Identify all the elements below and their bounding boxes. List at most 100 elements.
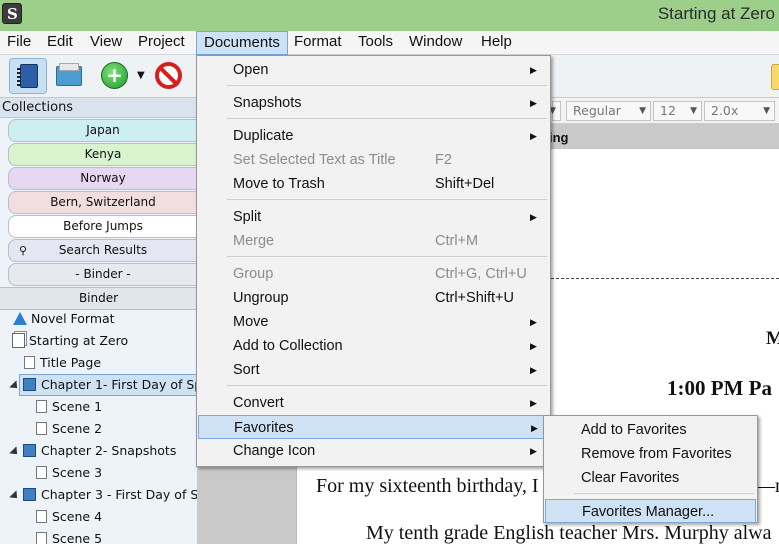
- menu-item-shortcut: Ctrl+G, Ctrl+U: [435, 266, 527, 282]
- menu-item-move[interactable]: Move ▶: [198, 310, 549, 334]
- font-family-dropdown-arrow[interactable]: ▼: [549, 101, 561, 121]
- font-size-dropdown[interactable]: 12 ▼: [653, 101, 702, 121]
- menu-separator: [227, 85, 547, 86]
- menu-item-shortcut: Ctrl+Shift+U: [435, 290, 514, 306]
- binder-item-novel-format[interactable]: Novel Format: [0, 308, 197, 330]
- binder-item-scene-1[interactable]: Scene 1: [0, 396, 197, 418]
- menu-item-move-to-trash[interactable]: Move to Trash Shift+Del: [198, 172, 549, 196]
- expand-icon[interactable]: [9, 490, 21, 502]
- editor-paragraph-1: For my sixteenth birthday, I: [316, 475, 539, 497]
- collection-tab-kenya[interactable]: Kenya: [8, 143, 197, 166]
- menu-item-label: Ungroup: [233, 290, 289, 306]
- add-dropdown-icon[interactable]: ▼: [137, 70, 145, 81]
- inspector-tab[interactable]: [771, 64, 779, 90]
- binder-item-scene-2[interactable]: Scene 2: [0, 418, 197, 440]
- document-icon: [36, 400, 47, 413]
- menu-item-label: Move: [233, 314, 269, 330]
- document-icon: [24, 356, 35, 369]
- submenu-arrow-icon: ▶: [530, 446, 537, 456]
- folder-icon: [23, 444, 36, 457]
- menu-tools[interactable]: Tools: [351, 31, 400, 55]
- window-title: Starting at Zero: [657, 4, 775, 23]
- collections-button[interactable]: [50, 58, 88, 94]
- collection-tab-japan[interactable]: Japan: [8, 119, 197, 142]
- submenu-arrow-icon: ▶: [531, 423, 538, 433]
- collection-tab-bern[interactable]: Bern, Switzerland: [8, 191, 197, 214]
- editor-paragraph-1-tail: —m: [755, 475, 779, 497]
- delete-icon[interactable]: [155, 62, 182, 89]
- submenu-arrow-icon: ▶: [530, 341, 537, 351]
- collection-tab-binder-sep[interactable]: - Binder -: [8, 263, 197, 286]
- menu-help[interactable]: Help: [474, 31, 519, 55]
- menu-item-split[interactable]: Split ▶: [198, 205, 549, 229]
- binder-item-starting-at-zero[interactable]: Starting at Zero: [0, 330, 197, 352]
- menu-item-clear-favorites[interactable]: Clear Favorites: [545, 466, 756, 490]
- collection-label: Before Jumps: [63, 219, 143, 233]
- menu-item-favorites[interactable]: Favorites ▶: [198, 415, 549, 439]
- binder-item-label: Novel Format: [31, 311, 115, 326]
- menu-item-label: Split: [233, 209, 262, 225]
- menu-item-label: Change Icon: [233, 443, 316, 459]
- binder-item-scene-5[interactable]: Scene 5: [0, 528, 197, 544]
- collection-label: Norway: [80, 171, 126, 185]
- menu-item-group[interactable]: Group Ctrl+G, Ctrl+U: [198, 262, 549, 286]
- menu-view[interactable]: View: [83, 31, 129, 55]
- collection-label: Search Results: [58, 243, 148, 257]
- menu-item-shortcut: F2: [435, 152, 452, 168]
- menu-separator: [227, 199, 547, 200]
- collections-tabs: Japan Kenya Norway Bern, Switzerland Bef…: [0, 118, 197, 310]
- menu-item-set-selected-text-as-title[interactable]: Set Selected Text as Title F2: [198, 148, 549, 172]
- title-bar: S Starting at Zero: [0, 0, 779, 31]
- app-icon[interactable]: S: [2, 3, 22, 24]
- menu-item-ungroup[interactable]: Ungroup Ctrl+Shift+U: [198, 286, 549, 310]
- expand-icon[interactable]: [9, 446, 21, 458]
- menu-item-convert[interactable]: Convert ▶: [198, 391, 549, 415]
- menu-format[interactable]: Format: [287, 31, 349, 55]
- menu-item-favorites-manager[interactable]: Favorites Manager...: [545, 499, 756, 523]
- menu-item-sort[interactable]: Sort ▶: [198, 358, 549, 382]
- binder-item-scene-4[interactable]: Scene 4: [0, 506, 197, 528]
- binder-item-chapter-3[interactable]: Chapter 3 - First Day of Summer: [0, 484, 243, 506]
- collection-tab-binder[interactable]: Binder: [0, 287, 197, 310]
- editor-header-fragment: ing: [549, 130, 569, 145]
- menu-item-remove-from-favorites[interactable]: Remove from Favorites: [545, 442, 756, 466]
- submenu-arrow-icon: ▶: [530, 317, 537, 327]
- menu-project[interactable]: Project: [131, 31, 192, 55]
- binder-item-scene-3[interactable]: Scene 3: [0, 462, 197, 484]
- collection-tab-search-results[interactable]: ⚲ Search Results: [8, 239, 197, 262]
- menu-item-label: Set Selected Text as Title: [233, 152, 396, 168]
- collection-label: Japan: [86, 123, 120, 137]
- menu-item-add-to-collection[interactable]: Add to Collection ▶: [198, 334, 549, 358]
- menu-window[interactable]: Window: [402, 31, 469, 55]
- binder-item-chapter-1[interactable]: Chapter 1- First Day of Spr: [0, 374, 207, 396]
- binder-button[interactable]: [9, 58, 47, 94]
- document-icon: [36, 466, 47, 479]
- menu-item-label: Open: [233, 62, 269, 78]
- menu-documents[interactable]: Documents: [196, 31, 288, 55]
- collection-tab-norway[interactable]: Norway: [8, 167, 197, 190]
- binder-item-chapter-2[interactable]: Chapter 2- Snapshots: [0, 440, 197, 462]
- collections-icon: [56, 63, 82, 86]
- submenu-arrow-icon: ▶: [530, 98, 537, 108]
- binder-item-title-page[interactable]: Title Page: [0, 352, 197, 374]
- folder-icon: [23, 378, 36, 391]
- menu-item-label: Move to Trash: [233, 176, 325, 192]
- menu-item-open[interactable]: Open ▶: [198, 58, 549, 82]
- binder-item-label: Scene 2: [52, 421, 103, 436]
- menu-item-snapshots[interactable]: Snapshots ▶: [198, 91, 549, 115]
- collection-tab-before-jumps[interactable]: Before Jumps: [8, 215, 197, 238]
- editor-paragraph-2: My tenth grade English teacher Mrs. Murp…: [366, 522, 772, 544]
- folder-icon: [23, 488, 36, 501]
- menu-item-add-to-favorites[interactable]: Add to Favorites: [545, 418, 756, 442]
- add-icon[interactable]: +: [101, 62, 128, 89]
- collection-label: Kenya: [84, 147, 122, 161]
- menu-file[interactable]: File: [0, 31, 38, 55]
- menu-item-merge[interactable]: Merge Ctrl+M: [198, 229, 549, 253]
- font-style-dropdown[interactable]: Regular ▼: [566, 101, 651, 121]
- menu-item-duplicate[interactable]: Duplicate ▶: [198, 124, 549, 148]
- menu-item-label: Group: [233, 266, 274, 282]
- menu-item-change-icon[interactable]: Change Icon ▶: [198, 439, 549, 463]
- menu-item-label: Favorites: [234, 420, 294, 436]
- menu-edit[interactable]: Edit: [40, 31, 80, 55]
- zoom-dropdown[interactable]: 2.0x ▼: [704, 101, 775, 121]
